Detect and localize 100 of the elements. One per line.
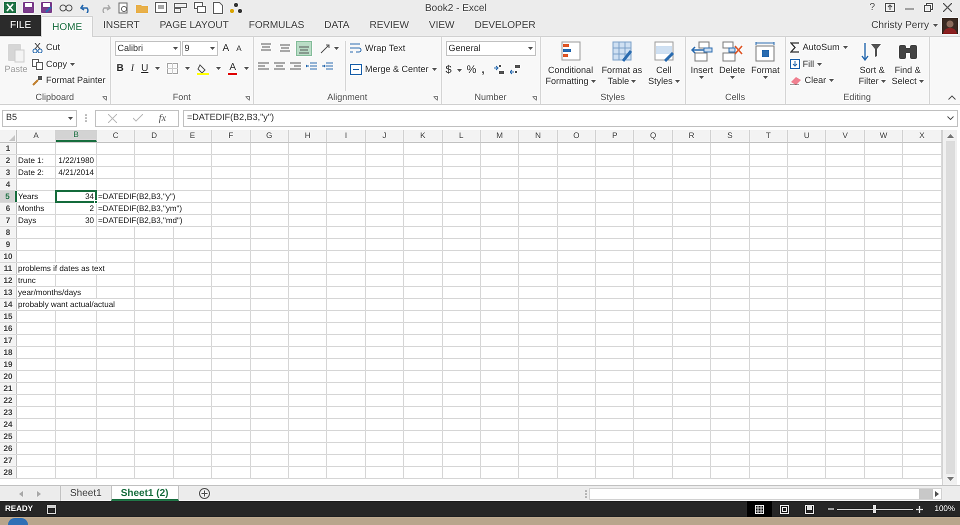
column-header[interactable]: O [558, 130, 596, 142]
row-header[interactable]: 8 [0, 227, 17, 238]
column-header[interactable]: P [596, 130, 634, 142]
zoom-slider[interactable] [836, 505, 913, 513]
row-header[interactable]: 5 [0, 191, 17, 202]
copy-button[interactable]: Copy [32, 58, 106, 71]
increase-indent-icon[interactable] [322, 62, 334, 71]
dialog-launcher-icon[interactable] [245, 96, 250, 101]
align-icon[interactable] [274, 62, 286, 71]
column-header[interactable]: C [97, 130, 136, 142]
save-as-icon[interactable] [41, 2, 52, 13]
shrink-font-button[interactable]: A [236, 42, 242, 54]
row-header[interactable]: 27 [0, 455, 17, 466]
row-header[interactable]: 18 [0, 347, 17, 358]
clear-button[interactable]: Clear [790, 74, 848, 88]
column-header[interactable]: V [826, 130, 865, 142]
dialog-launcher-icon[interactable] [532, 96, 537, 101]
row-header[interactable]: 1 [0, 143, 17, 154]
layout-icon[interactable] [174, 2, 187, 12]
percent-button[interactable]: % [466, 62, 476, 78]
styles-button[interactable]: Format as Table [600, 41, 644, 91]
vertical-align-button[interactable] [296, 41, 312, 56]
column-header[interactable]: N [519, 130, 558, 142]
row-header[interactable]: 12 [0, 275, 17, 286]
comma-button[interactable]: , [481, 62, 485, 78]
fill-button[interactable]: Fill [790, 58, 848, 71]
dialog-launcher-icon[interactable] [432, 96, 438, 101]
fill-color-icon[interactable] [197, 62, 210, 74]
column-header[interactable]: U [788, 130, 826, 142]
row-header[interactable]: 25 [0, 431, 17, 442]
increase-decimal-icon[interactable] [494, 65, 505, 76]
ribbon-tab[interactable]: REVIEW [359, 15, 419, 36]
insert-function-button[interactable]: fx [158, 110, 166, 126]
ribbon-tab[interactable]: VIEW [418, 15, 464, 36]
scroll-down-icon[interactable] [946, 477, 954, 481]
wrap-text-button[interactable]: Wrap Text [350, 41, 437, 56]
cells-button[interactable]: Insert [690, 41, 714, 91]
cells-button[interactable]: Delete [718, 41, 746, 91]
zoom-in-icon[interactable] [916, 506, 923, 512]
autosum-button[interactable]: AutoSum [790, 41, 848, 54]
column-header[interactable]: T [750, 130, 788, 142]
ribbon-display-icon[interactable] [885, 3, 895, 12]
save-icon[interactable] [23, 2, 34, 13]
column-header[interactable]: R [672, 130, 712, 142]
align-icon[interactable] [258, 62, 270, 71]
row-header[interactable]: 13 [0, 287, 17, 298]
active-cell-border[interactable] [55, 190, 97, 203]
row-header[interactable]: 20 [0, 371, 17, 382]
collapse-ribbon-icon[interactable] [948, 95, 956, 100]
zoom-out-icon[interactable] [828, 506, 834, 512]
cut-button[interactable]: Cut [32, 41, 106, 54]
column-header[interactable]: M [480, 130, 520, 142]
name-box[interactable]: B5 [2, 110, 77, 126]
editing-button[interactable]: Find & Select [890, 41, 925, 91]
ribbon-tab[interactable]: HOME [41, 16, 94, 37]
ribbon-tab[interactable]: FORMULAS [238, 15, 314, 36]
column-header[interactable]: G [250, 130, 289, 142]
horizontal-scrollbar[interactable] [589, 488, 942, 500]
page-break-view-icon[interactable] [804, 504, 814, 514]
ribbon-tab[interactable]: DATA [314, 15, 360, 36]
column-header[interactable]: D [135, 130, 174, 142]
expand-icon[interactable] [947, 116, 954, 120]
help-button[interactable]: ? [869, 0, 875, 15]
decrease-indent-icon[interactable] [306, 62, 318, 71]
row-header[interactable]: 16 [0, 323, 17, 334]
row-header[interactable]: 4 [0, 179, 17, 190]
glasses-icon[interactable] [59, 4, 73, 12]
windows-icon[interactable] [194, 2, 206, 13]
decrease-decimal-icon[interactable] [510, 65, 521, 76]
scroll-right-icon[interactable] [935, 490, 939, 496]
normal-view-icon[interactable] [754, 504, 764, 514]
column-header[interactable]: J [366, 130, 404, 142]
row-header[interactable]: 9 [0, 239, 17, 250]
page-icon[interactable] [213, 2, 223, 14]
print-preview-icon[interactable] [118, 2, 129, 14]
font-color-button[interactable]: A [228, 62, 238, 74]
column-header[interactable]: W [864, 130, 904, 142]
ribbon-tab[interactable]: PAGE LAYOUT [150, 15, 239, 36]
row-header[interactable]: 10 [0, 251, 17, 262]
ribbon-tab[interactable]: INSERT [93, 15, 150, 36]
currency-button[interactable]: $ [446, 62, 452, 78]
row-header[interactable]: 19 [0, 359, 17, 370]
number-format-field[interactable]: General [446, 41, 536, 56]
font-style-button[interactable]: I [130, 61, 134, 76]
column-header[interactable]: Q [634, 130, 673, 142]
window-icon[interactable] [155, 2, 167, 13]
column-header[interactable]: B [56, 130, 97, 142]
add-sheet-icon[interactable] [198, 488, 210, 499]
editing-button[interactable]: Sort & Filter [858, 41, 887, 91]
scroll-thumb[interactable] [919, 488, 933, 498]
row-header[interactable]: 3 [0, 167, 17, 178]
font-style-button[interactable]: B [116, 61, 124, 76]
user-name[interactable]: Christy Perry [871, 18, 929, 33]
macro-recording-icon[interactable] [47, 504, 56, 514]
row-header[interactable]: 23 [0, 407, 17, 418]
page-layout-view-icon[interactable] [780, 504, 789, 514]
formula-field[interactable]: =DATEDIF(B2,B3,"y") [183, 110, 958, 126]
grow-font-button[interactable]: A [222, 41, 230, 56]
sheet-tab[interactable]: Sheet1 (2) [110, 486, 178, 501]
column-header[interactable]: F [212, 130, 251, 142]
